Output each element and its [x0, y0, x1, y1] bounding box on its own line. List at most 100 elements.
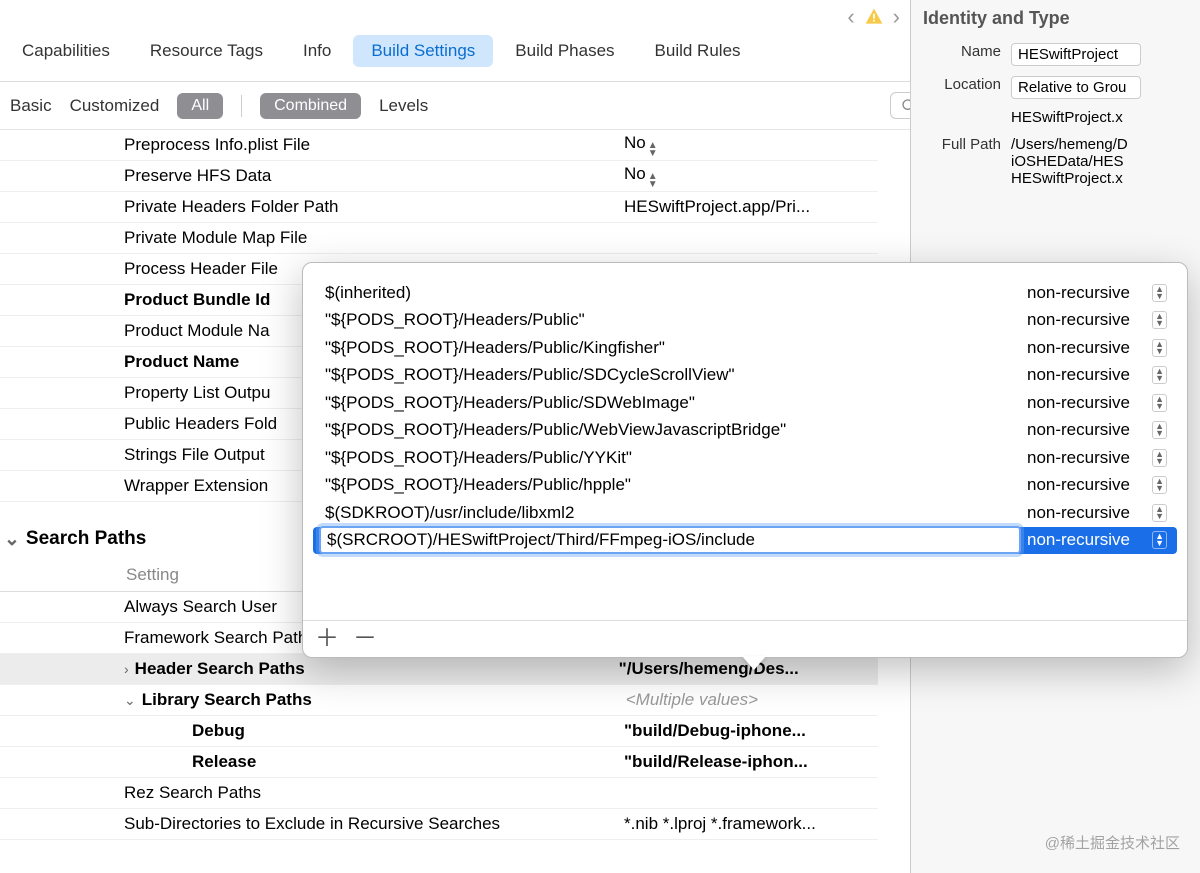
stepper-icon[interactable]: ▲▼	[1152, 476, 1167, 494]
stepper-icon[interactable]: ▲▼	[1152, 339, 1167, 357]
recurse-value: non-recursive	[1027, 283, 1130, 303]
stepper-icon[interactable]: ▲▼	[1152, 449, 1167, 467]
recurse-value: non-recursive	[1027, 420, 1130, 440]
inspector-title: Identity and Type	[923, 8, 1188, 29]
tab-capabilities[interactable]: Capabilities	[4, 35, 128, 67]
filter-customized[interactable]: Customized	[70, 96, 160, 116]
recurse-select[interactable]: non-recursive ▲▼	[1027, 310, 1177, 330]
add-button[interactable]: ＋	[315, 629, 339, 649]
table-row[interactable]: Sub-Directories to Exclude in Recursive …	[0, 809, 878, 840]
recurse-select[interactable]: non-recursive ▲▼	[1027, 530, 1177, 550]
popup-row[interactable]: "${PODS_ROOT}/Headers/Public"non-recursi…	[313, 307, 1177, 335]
stepper-icon[interactable]: ▲▼	[648, 142, 658, 158]
table-row[interactable]: Private Headers Folder PathHESwiftProjec…	[0, 192, 878, 223]
stepper-icon[interactable]: ▲▼	[1152, 421, 1167, 439]
recurse-value: non-recursive	[1027, 530, 1130, 550]
filter-basic[interactable]: Basic	[10, 96, 52, 116]
popup-row[interactable]: non-recursive ▲▼	[313, 527, 1177, 555]
setting-label: Sub-Directories to Exclude in Recursive …	[124, 814, 624, 834]
divider	[241, 95, 242, 117]
path-text: "${PODS_ROOT}/Headers/Public"	[313, 310, 1027, 330]
recurse-value: non-recursive	[1027, 393, 1130, 413]
recurse-select[interactable]: non-recursive ▲▼	[1027, 420, 1177, 440]
recurse-value: non-recursive	[1027, 448, 1130, 468]
popup-row[interactable]: "${PODS_ROOT}/Headers/Public/hpple"non-r…	[313, 472, 1177, 500]
setting-value[interactable]: "build/Release-iphon...	[624, 752, 878, 772]
popup-pointer	[742, 656, 766, 670]
setting-value[interactable]: No▲▼	[624, 133, 878, 158]
name-field[interactable]: HESwiftProject	[1011, 43, 1141, 66]
location-file: HESwiftProject.x	[1011, 109, 1188, 126]
filter-levels[interactable]: Levels	[379, 96, 428, 116]
setting-value[interactable]: "build/Debug-iphone...	[624, 721, 878, 741]
filter-all[interactable]: All	[177, 93, 223, 119]
tab-build-settings[interactable]: Build Settings	[353, 35, 493, 67]
recurse-value: non-recursive	[1027, 503, 1130, 523]
stepper-icon[interactable]: ▲▼	[1152, 366, 1167, 384]
tab-build-phases[interactable]: Build Phases	[497, 35, 632, 67]
setting-label: Release	[192, 752, 624, 772]
recurse-value: non-recursive	[1027, 310, 1130, 330]
recurse-select[interactable]: non-recursive▲▼	[1027, 338, 1177, 358]
search-paths-popup: $(inherited)non-recursive▲▼"${PODS_ROOT}…	[302, 262, 1188, 658]
stepper-icon[interactable]: ▲▼	[1152, 394, 1167, 412]
back-arrow-icon[interactable]: ‹	[847, 4, 854, 30]
tab-build-rules[interactable]: Build Rules	[637, 35, 759, 67]
popup-list[interactable]: $(inherited)non-recursive▲▼"${PODS_ROOT}…	[303, 263, 1187, 620]
setting-value[interactable]: *.nib *.lproj *.framework...	[624, 814, 878, 834]
recurse-select[interactable]: non-recursive ▲▼	[1027, 365, 1177, 385]
warning-icon[interactable]	[863, 7, 885, 27]
popup-row[interactable]: $(SDKROOT)/usr/include/libxml2non-recurs…	[313, 499, 1177, 527]
forward-arrow-icon[interactable]: ›	[893, 4, 900, 30]
popup-row[interactable]: "${PODS_ROOT}/Headers/Public/SDWebImage"…	[313, 389, 1177, 417]
path-text: "${PODS_ROOT}/Headers/Public/Kingfisher"	[313, 338, 1027, 358]
tab-resource-tags[interactable]: Resource Tags	[132, 35, 281, 67]
popup-row[interactable]: "${PODS_ROOT}/Headers/Public/SDCycleScro…	[313, 362, 1177, 390]
table-row[interactable]: Preserve HFS DataNo▲▼	[0, 161, 878, 192]
inspector-row-fullpath: Full Path /Users/hemeng/D iOSHEData/HES …	[923, 136, 1188, 187]
recurse-select[interactable]: non-recursive ▲▼	[1027, 283, 1177, 303]
stepper-icon[interactable]: ▲▼	[1152, 504, 1167, 522]
setting-value[interactable]: No▲▼	[624, 164, 878, 189]
chevron-right-icon[interactable]: ›	[124, 661, 129, 677]
recurse-select[interactable]: non-recursive ▲▼	[1027, 393, 1177, 413]
setting-value[interactable]: HESwiftProject.app/Pri...	[624, 197, 878, 217]
path-text: "${PODS_ROOT}/Headers/Public/YYKit"	[313, 448, 1027, 468]
filter-combined[interactable]: Combined	[260, 93, 361, 119]
path-text: $(inherited)	[313, 283, 1027, 303]
table-row[interactable]: Rez Search Paths	[0, 778, 878, 809]
popup-row[interactable]: "${PODS_ROOT}/Headers/Public/WebViewJava…	[313, 417, 1177, 445]
recurse-value: non-recursive	[1027, 475, 1130, 495]
inspector-label: Location	[923, 76, 1001, 93]
inspector-row-name: Name HESwiftProject	[923, 43, 1188, 66]
stepper-icon[interactable]: ▲▼	[1152, 531, 1167, 549]
table-row[interactable]: Release"build/Release-iphon...	[0, 747, 878, 778]
table-row-library-search-paths[interactable]: ⌄ Library Search Paths<Multiple values>	[0, 685, 878, 716]
setting-value[interactable]: <Multiple values>	[626, 690, 878, 710]
table-row[interactable]: Private Module Map File	[0, 223, 878, 254]
inspector-row-location-file: HESwiftProject.x	[923, 109, 1188, 126]
chevron-down-icon[interactable]: ⌄	[124, 692, 136, 709]
stepper-icon[interactable]: ▲▼	[1152, 311, 1167, 329]
tab-info[interactable]: Info	[285, 35, 349, 67]
recurse-select[interactable]: non-recursive ▲▼	[1027, 503, 1177, 523]
stepper-icon[interactable]: ▲▼	[1152, 284, 1167, 302]
setting-label: Private Headers Folder Path	[124, 197, 624, 217]
recurse-select[interactable]: non-recursive ▲▼	[1027, 475, 1177, 495]
path-text: "${PODS_ROOT}/Headers/Public/SDCycleScro…	[313, 365, 1027, 385]
recurse-select[interactable]: non-recursive ▲▼	[1027, 448, 1177, 468]
recurse-value: non-recursive	[1027, 365, 1130, 385]
stepper-icon[interactable]: ▲▼	[648, 173, 658, 189]
setting-label: Library Search Paths	[142, 690, 626, 710]
location-field[interactable]: Relative to Grou	[1011, 76, 1141, 99]
setting-label: Preprocess Info.plist File	[124, 135, 624, 155]
path-edit-input[interactable]	[319, 526, 1021, 554]
table-row[interactable]: Preprocess Info.plist FileNo▲▼	[0, 130, 878, 161]
fullpath-value: /Users/hemeng/D iOSHEData/HES HESwiftPro…	[1011, 136, 1188, 187]
popup-row[interactable]: "${PODS_ROOT}/Headers/Public/Kingfisher"…	[313, 334, 1177, 362]
table-row[interactable]: Debug"build/Debug-iphone...	[0, 716, 878, 747]
inspector-label: Name	[923, 43, 1001, 60]
remove-button[interactable]: －	[353, 629, 377, 649]
popup-row[interactable]: $(inherited)non-recursive ▲▼	[313, 279, 1177, 307]
popup-row[interactable]: "${PODS_ROOT}/Headers/Public/YYKit"non-r…	[313, 444, 1177, 472]
